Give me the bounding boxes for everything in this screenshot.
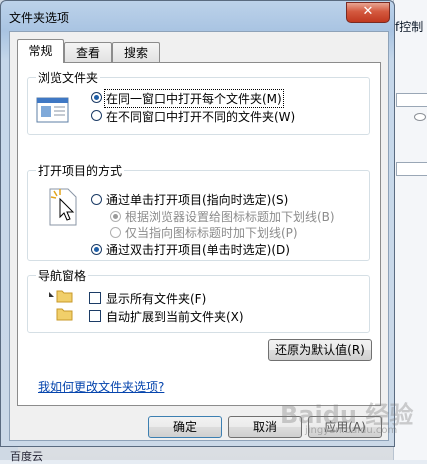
help-link[interactable]: 我如何更改文件夹选项? <box>38 378 164 395</box>
checkbox-show-all-folders[interactable] <box>89 292 101 304</box>
checkbox-auto-expand[interactable] <box>89 310 101 322</box>
dialog-title: 文件夹选项 <box>9 11 70 25</box>
radio-underline-browser[interactable] <box>110 211 121 222</box>
background-control-text: f控制 <box>395 20 424 34</box>
general-tab-panel: 浏览文件夹 在同一窗口中打开每个文件夹(M) 在不同窗口中打开不同的文件夹(W)… <box>17 62 381 406</box>
folder-tree-icon <box>49 290 73 321</box>
dialog-client-area: 常规 查看 搜索 浏览文件夹 在同一窗口中打开每个文件夹(M) 在不同窗口中打开… <box>9 31 389 441</box>
label-auto-expand[interactable]: 自动扩展到当前文件夹(X) <box>106 308 244 325</box>
label-double-click[interactable]: 通过双击打开项目(单击时选定)(D) <box>106 241 290 258</box>
background-field <box>396 93 427 107</box>
tab-search[interactable]: 搜索 <box>112 42 160 62</box>
radio-same-window[interactable] <box>91 92 102 103</box>
folder-options-dialog: 文件夹选项 ✕ 常规 查看 搜索 浏览文件夹 在同一窗口中打开每个文件夹(M) … <box>0 0 395 447</box>
background-bottom-text: 百度云 <box>10 450 43 463</box>
pointer-click-icon <box>49 188 77 226</box>
radio-different-window[interactable] <box>91 110 102 121</box>
radio-double-click[interactable] <box>91 244 102 255</box>
label-underline-point[interactable]: 仅当指向图标标题时加下划线(P) <box>125 224 298 241</box>
navigation-pane-label: 导航窗格 <box>36 267 89 284</box>
label-single-click[interactable]: 通过单击打开项目(指向时选定)(S) <box>106 191 288 208</box>
label-same-window[interactable]: 在同一窗口中打开每个文件夹(M) <box>104 89 284 108</box>
restore-defaults-button[interactable]: 还原为默认值(R) <box>268 339 372 361</box>
watermark-url: jingyan.baidu.com <box>305 425 398 436</box>
background-field <box>396 162 427 176</box>
label-show-all-folders[interactable]: 显示所有文件夹(F) <box>106 290 206 307</box>
ok-button[interactable]: 确定 <box>148 416 222 438</box>
radio-single-click[interactable] <box>91 194 102 205</box>
close-button[interactable]: ✕ <box>346 2 390 23</box>
label-different-window[interactable]: 在不同窗口中打开不同的文件夹(W) <box>106 108 295 125</box>
browse-folders-label: 浏览文件夹 <box>36 69 101 86</box>
background-window-right <box>393 0 427 460</box>
tab-general[interactable]: 常规 <box>17 39 64 63</box>
tab-view[interactable]: 查看 <box>64 42 112 62</box>
open-items-label: 打开项目的方式 <box>36 162 125 179</box>
label-underline-browser[interactable]: 根据浏览器设置给图标标题加下划线(B) <box>125 208 335 225</box>
background-knob <box>414 113 426 121</box>
radio-underline-point[interactable] <box>110 227 121 238</box>
window-layout-icon <box>36 97 69 123</box>
